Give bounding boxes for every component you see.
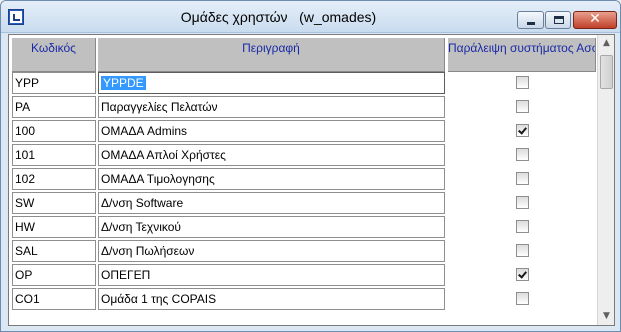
code-cell[interactable]: PA	[12, 96, 96, 118]
description-cell[interactable]: Δ/νση Τεχνικού	[98, 216, 445, 238]
skip-security-cell	[448, 240, 596, 264]
description-cell[interactable]: Ομάδα 1 της COPAIS	[98, 288, 445, 310]
table-row[interactable]: OP ΟΠΕΓΕΠ	[12, 264, 597, 288]
code-cell[interactable]: SAL	[12, 240, 96, 262]
table-row[interactable]: CO1 Ομάδα 1 της COPAIS	[12, 288, 597, 312]
skip-security-checkbox[interactable]	[516, 292, 529, 305]
window-title: Ομάδες χρηστών (w_omades)	[180, 9, 377, 25]
code-cell[interactable]: OP	[12, 264, 96, 286]
checkmark-icon	[518, 269, 527, 279]
skip-security-cell	[448, 264, 596, 288]
selected-text: YPPDE	[101, 76, 146, 90]
grid-header: Κωδικός Περιγραφή Παράλειψη συστήματος Α…	[12, 38, 597, 72]
skip-security-checkbox[interactable]	[516, 124, 529, 137]
code-cell[interactable]: 100	[12, 120, 96, 142]
skip-security-checkbox[interactable]	[516, 148, 529, 161]
title-bar[interactable]: Ομάδες χρηστών (w_omades) ✕	[1, 1, 620, 33]
description-cell[interactable]: ΟΜΑΔΑ Τιμολογησης	[98, 168, 445, 190]
column-header-description[interactable]: Περιγραφή	[98, 38, 445, 72]
skip-security-checkbox[interactable]	[516, 196, 529, 209]
code-cell[interactable]: 101	[12, 144, 96, 166]
table-row[interactable]: 102 ΟΜΑΔΑ Τιμολογησης	[12, 168, 597, 192]
description-cell[interactable]: ΟΜΑΔΑ Απλοί Χρήστες	[98, 144, 445, 166]
skip-security-checkbox[interactable]	[516, 100, 529, 113]
description-cell[interactable]: Δ/νση Software	[98, 192, 445, 214]
close-icon: ✕	[589, 11, 601, 27]
skip-security-checkbox[interactable]	[516, 268, 529, 281]
minimize-button[interactable]	[517, 11, 544, 29]
description-cell[interactable]: ΟΜΑΔΑ Admins	[98, 120, 445, 142]
vertical-scrollbar[interactable]: ▲ ▼	[597, 35, 614, 325]
scroll-down-icon[interactable]: ▼	[598, 308, 614, 325]
skip-security-cell	[448, 96, 596, 120]
maximize-button[interactable]	[545, 11, 571, 29]
column-header-skip-security[interactable]: Παράλειψη συστήματος Ασφάλειας	[448, 38, 596, 72]
skip-security-checkbox[interactable]	[516, 76, 529, 89]
skip-security-checkbox[interactable]	[516, 220, 529, 233]
skip-security-cell	[448, 168, 596, 192]
table-row[interactable]: SAL Δ/νση Πωλήσεων	[12, 240, 597, 264]
table-row[interactable]: 101 ΟΜΑΔΑ Απλοί Χρήστες	[12, 144, 597, 168]
table-row[interactable]: HW Δ/νση Τεχνικού	[12, 216, 597, 240]
table-row[interactable]: SW Δ/νση Software	[12, 192, 597, 216]
groups-grid: Κωδικός Περιγραφή Παράλειψη συστήματος Α…	[12, 38, 597, 312]
description-cell[interactable]: ΟΠΕΓΕΠ	[98, 264, 445, 286]
groups-grid-panel: Κωδικός Περιγραφή Παράλειψη συστήματος Α…	[8, 34, 615, 326]
column-header-code[interactable]: Κωδικός	[12, 38, 96, 72]
skip-security-cell	[448, 120, 596, 144]
app-window: Ομάδες χρηστών (w_omades) ✕ Κωδικός Περι…	[0, 0, 621, 332]
table-row[interactable]: YPP YPPDE	[12, 72, 597, 96]
description-cell[interactable]: YPPDE	[98, 72, 445, 94]
table-row[interactable]: PA Παραγγελίες Πελατών	[12, 96, 597, 120]
minimize-icon	[527, 22, 535, 25]
skip-security-cell	[448, 192, 596, 216]
skip-security-checkbox[interactable]	[516, 244, 529, 257]
skip-security-cell	[448, 288, 596, 312]
description-cell[interactable]: Δ/νση Πωλήσεων	[98, 240, 445, 262]
skip-security-cell	[448, 216, 596, 240]
description-cell[interactable]: Παραγγελίες Πελατών	[98, 96, 445, 118]
code-cell[interactable]: CO1	[12, 288, 96, 310]
close-button[interactable]: ✕	[573, 11, 617, 29]
code-cell[interactable]: SW	[12, 192, 96, 214]
checkmark-icon	[518, 125, 527, 135]
skip-security-cell	[448, 144, 596, 168]
maximize-icon	[554, 16, 564, 24]
scrollbar-thumb[interactable]	[600, 55, 613, 89]
code-cell[interactable]: YPP	[12, 72, 96, 94]
table-row[interactable]: 100 ΟΜΑΔΑ Admins	[12, 120, 597, 144]
skip-security-cell	[448, 72, 596, 96]
code-cell[interactable]: HW	[12, 216, 96, 238]
grid-body: YPP YPPDE PA Παραγγελίες Πελατών 100 ΟΜΑΔΑ Ad…	[12, 72, 597, 312]
skip-security-checkbox[interactable]	[516, 172, 529, 185]
scroll-up-icon[interactable]: ▲	[598, 35, 614, 52]
code-cell[interactable]: 102	[12, 168, 96, 190]
